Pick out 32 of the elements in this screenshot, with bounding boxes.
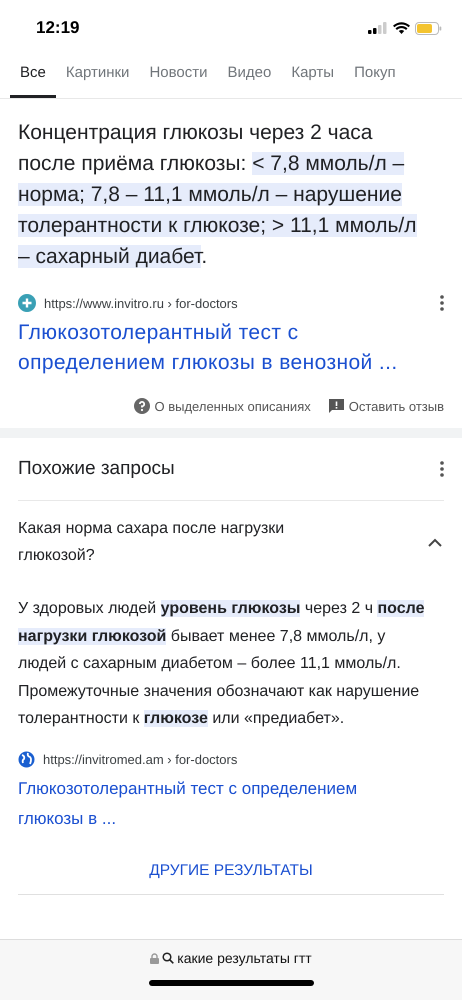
- more-results-button[interactable]: ДРУГИЕ РЕЗУЛЬТАТЫ: [18, 854, 444, 894]
- result-link[interactable]: Глюкозотолерантный тест с определением глюкозы в ...: [18, 774, 424, 834]
- search-icon: [162, 952, 174, 964]
- result-url: https://invitromed.am › for-doctors: [43, 752, 238, 766]
- question-text: Какая норма сахара после нагрузки глюкозой?: [18, 519, 286, 566]
- more-options-icon[interactable]: [440, 461, 444, 477]
- result-url: https://www.invitro.ru › for-doctors: [44, 296, 239, 310]
- signal-icon: [368, 22, 388, 34]
- address-text: какие результаты гтт: [177, 950, 312, 966]
- tab[interactable]: Видео: [218, 56, 282, 98]
- chevron-icon[interactable]: [428, 538, 442, 546]
- tab[interactable]: Покуп: [344, 56, 406, 98]
- battery-icon: [415, 22, 442, 34]
- answer-text: У здоровых людей уровень глюкозы через 2 ч после нагрузки глюкозой бывает менее 7,8 ммоль/л, у людей с сахарным диабетом – более 11,1 ммоль/л. Промежуточные значения обозначают как нарушение толерантности к глюкозе или «предиабет».: [18, 599, 426, 729]
- section-heading: Похожие запросы: [18, 458, 175, 480]
- feedback-icon: [328, 398, 344, 414]
- tab[interactable]: Картинки: [56, 56, 140, 98]
- feedback-link[interactable]: Оставить отзыв: [348, 398, 444, 414]
- clock-time: 12:19: [36, 18, 80, 38]
- wifi-icon: [393, 22, 410, 34]
- globe-icon: [18, 750, 35, 768]
- lock-icon: [150, 952, 160, 964]
- tab[interactable]: Все: [10, 56, 56, 98]
- site-icon: [18, 294, 36, 312]
- tab[interactable]: Новости: [139, 56, 218, 98]
- result-link[interactable]: Глюкозотолерантный тест с определением глюкозы в венозной ...: [18, 318, 424, 378]
- question-row[interactable]: Какая норма сахара после нагрузки глюкозой?: [18, 501, 444, 583]
- more-options-icon[interactable]: [440, 295, 444, 311]
- tab[interactable]: Карты: [281, 56, 344, 98]
- address-bar[interactable]: какие результаты гтт: [150, 950, 312, 966]
- help-icon: [134, 398, 150, 414]
- about-snippets-link[interactable]: О выделенных описаниях: [154, 398, 311, 414]
